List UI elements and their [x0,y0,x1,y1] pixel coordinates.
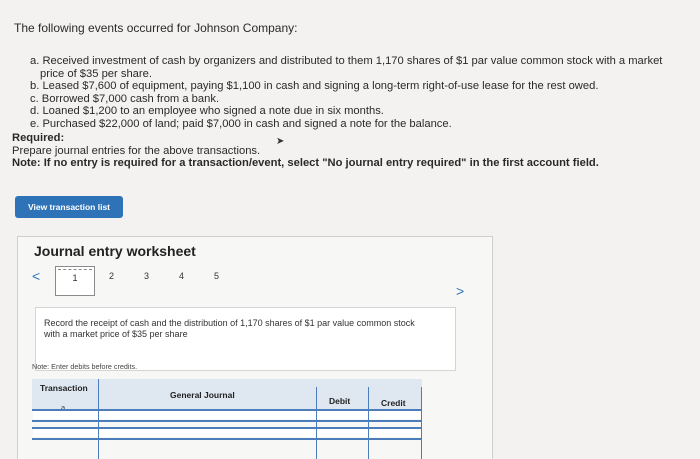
page-2-tab[interactable]: 2 [109,271,114,281]
chevron-left-icon[interactable]: < [32,268,40,284]
event-c: c. Borrowed $7,000 cash from a bank. [30,92,220,105]
page-1-tab[interactable]: 1 [55,266,95,296]
view-transaction-list-button[interactable]: View transaction list [15,196,123,218]
row-divider [32,427,422,429]
col-general-journal: General Journal [170,390,235,400]
entry-description: Record the receipt of cash and the distr… [44,318,415,339]
event-e: e. Purchased $22,000 of land; paid $7,00… [30,117,452,130]
required-heading: Required: [12,132,65,144]
page-3-tab[interactable]: 3 [144,271,149,281]
col-debit: Debit [329,396,351,406]
col-divider [421,387,422,459]
page-4-tab[interactable]: 4 [179,271,184,281]
row-divider [32,438,422,440]
worksheet-pager: < 1 2 3 4 5 [32,266,232,296]
col-transaction: Transaction [40,383,88,393]
required-note: Note: If no entry is required for a tran… [12,157,599,169]
row-divider [32,409,422,411]
page-5-tab[interactable]: 5 [214,271,219,281]
col-divider [98,379,99,459]
required-text: Prepare journal entries for the above tr… [12,144,261,157]
col-divider [316,387,317,459]
event-b: b. Leased $7,600 of equipment, paying $1… [30,80,599,92]
event-a-cont: price of $35 per share. [40,67,152,80]
event-d: d. Loaned $1,200 to an employee who sign… [30,105,384,117]
cursor-icon: ➤ [276,136,285,147]
event-a: a. Received investment of cash by organi… [30,55,663,67]
event-list: a. Received investment of cash by organi… [30,55,680,130]
col-credit: Credit [381,398,406,408]
row-divider [32,420,422,422]
journal-entry-worksheet: Journal entry worksheet < 1 2 3 4 5 Reco… [17,236,493,459]
debits-note: Note: Enter debits before credits. [32,362,138,371]
required-section: Required: Prepare journal entries for th… [12,132,599,170]
chevron-right-icon[interactable]: > [456,283,464,299]
worksheet-title: Journal entry worksheet [34,243,196,259]
col-divider [368,387,369,459]
table-row [33,429,421,437]
intro-text: The following events occurred for Johnso… [14,21,298,35]
table-row [33,411,421,419]
